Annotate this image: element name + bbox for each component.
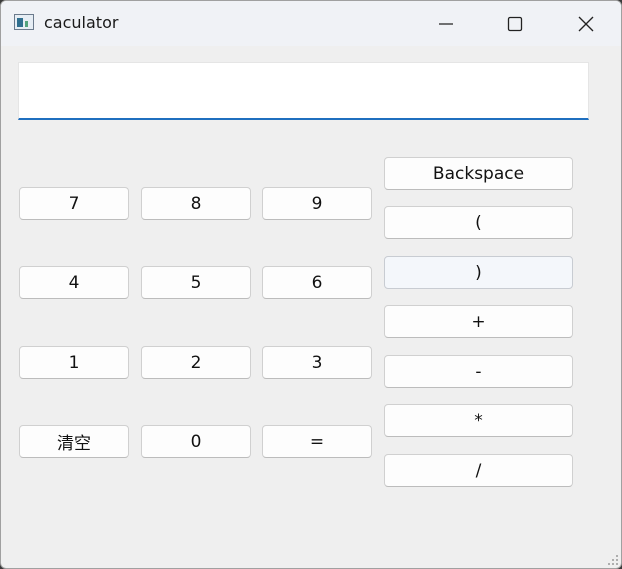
backspace-button[interactable]: Backspace xyxy=(384,157,573,190)
clear-button[interactable]: 清空 xyxy=(19,425,129,458)
key-8[interactable]: 8 xyxy=(141,187,251,220)
key-0[interactable]: 0 xyxy=(141,425,251,458)
resize-grip-icon[interactable] xyxy=(607,554,619,566)
key-3[interactable]: 3 xyxy=(262,346,372,379)
window-title: caculator xyxy=(44,13,119,32)
right-paren-button[interactable]: ) xyxy=(384,256,573,289)
close-button[interactable] xyxy=(551,1,621,46)
key-1[interactable]: 1 xyxy=(19,346,129,379)
key-9[interactable]: 9 xyxy=(262,187,372,220)
key-4[interactable]: 4 xyxy=(19,266,129,299)
key-7[interactable]: 7 xyxy=(19,187,129,220)
key-2[interactable]: 2 xyxy=(141,346,251,379)
calculator-window: caculator 7 8 9 4 5 6 1 2 3 清空 0 = Backs… xyxy=(0,0,622,569)
maximize-icon xyxy=(507,16,523,31)
multiply-button[interactable]: * xyxy=(384,404,573,437)
maximize-button[interactable] xyxy=(480,1,550,46)
expression-display[interactable] xyxy=(18,62,589,120)
app-icon xyxy=(14,14,34,30)
minimize-button[interactable] xyxy=(411,1,481,46)
minimize-icon xyxy=(439,22,453,25)
minus-button[interactable]: - xyxy=(384,355,573,388)
divide-button[interactable]: / xyxy=(384,454,573,487)
plus-button[interactable]: + xyxy=(384,305,573,338)
title-bar[interactable]: caculator xyxy=(1,1,621,46)
close-icon xyxy=(578,16,594,31)
key-5[interactable]: 5 xyxy=(141,266,251,299)
left-paren-button[interactable]: ( xyxy=(384,206,573,239)
equals-button[interactable]: = xyxy=(262,425,372,458)
key-6[interactable]: 6 xyxy=(262,266,372,299)
